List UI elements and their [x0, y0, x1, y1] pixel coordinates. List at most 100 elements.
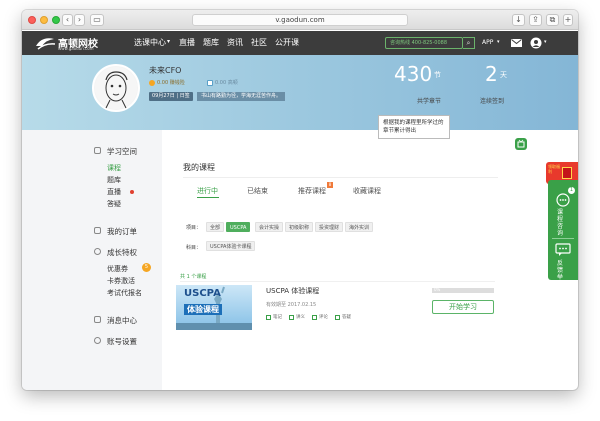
logo-subtext: www.gaodun.com [58, 46, 94, 51]
chat-icon [556, 193, 570, 207]
sidebar-item-qa[interactable]: 答疑 [107, 199, 121, 209]
tooltip-text: 根据我的课程里所学过的章节累计得出 [383, 120, 444, 134]
close-window-button[interactable] [28, 16, 36, 24]
avatar[interactable] [92, 64, 140, 112]
tab-favorites[interactable]: 收藏课程 [353, 186, 381, 196]
start-learning-label: 开始学习 [449, 303, 477, 311]
course-banner-title: USCPA [184, 288, 221, 299]
sidebar-item-live[interactable]: 直播 [107, 187, 121, 197]
browser-toolbar: ‹ › ▭ v.gaodun.com ↓ ⇪ ⧉ + [22, 10, 578, 30]
forward-icon[interactable]: › [74, 14, 85, 26]
coin-icon [149, 80, 155, 86]
right-float-panel: 1 课程咨询 反馈举报 [548, 180, 578, 288]
nav-course-center[interactable]: 选课中心 [134, 37, 166, 48]
qa-icon [335, 315, 340, 320]
share-icon[interactable]: ⇪ [529, 14, 542, 26]
nav-community[interactable]: 社区 [251, 37, 267, 48]
user-chevron-icon: ▾ [544, 39, 547, 45]
nav-question-bank[interactable]: 题库 [203, 37, 219, 48]
study-count: 430 [394, 62, 433, 86]
sidebar-settings[interactable]: 账号设置 [107, 336, 137, 347]
app-download-link[interactable]: APP [482, 39, 493, 46]
sidebar-item-exam-register[interactable]: 考试代报名 [107, 288, 142, 298]
sidebar-item-course[interactable]: 课程 [107, 163, 121, 173]
back-icon[interactable]: ‹ [62, 14, 73, 26]
sidebar-toggle-icon[interactable]: ▭ [90, 14, 104, 26]
sidebar-item-question-bank[interactable]: 题库 [107, 175, 121, 185]
browser-window: ‹ › ▭ v.gaodun.com ↓ ⇪ ⧉ + 高顿网校 www.gaod… [22, 10, 578, 390]
sidebar-my-orders[interactable]: 我的订单 [107, 226, 137, 237]
points-badge: 0.00 高顿 [215, 80, 238, 86]
feedback-link[interactable]: 反馈举报 [557, 260, 565, 288]
course-action-notes[interactable]: 笔记 [273, 314, 282, 320]
course-thumbnail[interactable]: USCPA 体验课程 [176, 285, 252, 330]
tab-in-progress[interactable]: 进行中 [197, 186, 218, 196]
recommend-badge: 8 [327, 182, 333, 188]
start-learning-button[interactable]: 开始学习 [432, 300, 494, 314]
consult-link[interactable]: 课程咨询 [557, 209, 565, 237]
date-tag[interactable]: 09月27日 | 日签 [149, 92, 193, 101]
maximize-window-button[interactable] [52, 16, 60, 24]
site-logo[interactable]: 高顿网校 www.gaodun.com [34, 34, 122, 52]
project-chip-investment[interactable]: 投资理财 [315, 222, 344, 232]
order-icon [94, 227, 101, 234]
project-label: 项目： [186, 225, 202, 231]
course-expire: 有效期至 2017.02.15 [266, 302, 317, 308]
search-input[interactable]: 咨询热线 400-825-0088 [385, 37, 463, 49]
minimize-window-button[interactable] [40, 16, 48, 24]
course-name[interactable]: USCPA 体验课程 [266, 286, 319, 296]
profile-banner: 未来CFO 0.00 赚钱险 0.00 高顿 09月27日 | 日签 书山有路勤… [22, 55, 578, 139]
download-icon[interactable]: ↓ [512, 14, 525, 26]
avatar-sketch-icon [95, 67, 137, 109]
note-icon [266, 315, 271, 320]
search-icon[interactable]: ⌕ [463, 37, 475, 49]
tabs-icon[interactable]: ⧉ [546, 14, 559, 26]
subject-chip-uscpa-trial[interactable]: USCPA体验卡课程 [206, 241, 256, 251]
feedback-icon [555, 243, 571, 256]
book-icon [94, 147, 101, 154]
sidebar-messages[interactable]: 消息中心 [107, 315, 137, 326]
user-avatar-icon[interactable] [530, 37, 542, 49]
project-chip-junior-title[interactable]: 初级职称 [285, 222, 314, 232]
course-count: 共 1 个课程 [180, 274, 207, 280]
progress-label: 0% [434, 287, 441, 292]
tv-icon[interactable] [514, 137, 528, 151]
sidebar-item-card-activate[interactable]: 卡券激活 [107, 276, 135, 286]
page-title: 我的课程 [183, 163, 215, 172]
redbag-text: 领取福利 [548, 164, 560, 174]
message-icon [94, 316, 101, 323]
address-bar[interactable]: v.gaodun.com [192, 14, 408, 26]
sidebar-item-coupon[interactable]: 优惠券 [107, 264, 128, 274]
project-chip-overseas[interactable]: 海外实训 [345, 222, 374, 232]
signin-label: 连续签到 [480, 98, 505, 105]
study-label: 共学章节 [417, 98, 442, 105]
tooltip: 根据我的课程里所学过的章节累计得出 [378, 115, 450, 139]
sidebar-learn-space[interactable]: 学习空间 [107, 146, 137, 157]
nav-open-class[interactable]: 公开课 [275, 37, 299, 48]
course-action-handout[interactable]: 讲义 [296, 314, 305, 320]
chevron-down-icon: ▾ [167, 38, 171, 45]
project-chip-all[interactable]: 全部 [206, 222, 225, 232]
project-chip-uscpa[interactable]: USCPA [226, 222, 251, 232]
float-divider [552, 238, 574, 239]
live-indicator-dot [130, 190, 134, 194]
username: 未来CFO [149, 66, 182, 75]
logo-icon [36, 38, 56, 50]
coin-badge: 0.00 赚钱险 [157, 80, 185, 86]
sidebar-privilege[interactable]: 成长特权 [107, 247, 137, 258]
course-action-comment[interactable]: 评论 [319, 314, 328, 320]
mail-icon[interactable] [511, 39, 522, 47]
progress-bar: 0% [432, 287, 494, 293]
nav-live[interactable]: 直播 [179, 37, 195, 48]
course-banner-subtitle: 体验课程 [184, 304, 222, 315]
tab-recommended[interactable]: 推荐课程 [298, 186, 326, 196]
new-tab-icon[interactable]: + [563, 14, 573, 26]
signin-count: 2 [485, 62, 498, 86]
tab-finished[interactable]: 已结束 [247, 186, 268, 196]
shield-icon [207, 80, 213, 86]
project-chip-accounting[interactable]: 会计实操 [255, 222, 284, 232]
course-action-qa[interactable]: 答疑 [342, 314, 351, 320]
url-text: v.gaodun.com [275, 16, 325, 24]
handout-icon [289, 315, 294, 320]
nav-news[interactable]: 资讯 [227, 37, 243, 48]
